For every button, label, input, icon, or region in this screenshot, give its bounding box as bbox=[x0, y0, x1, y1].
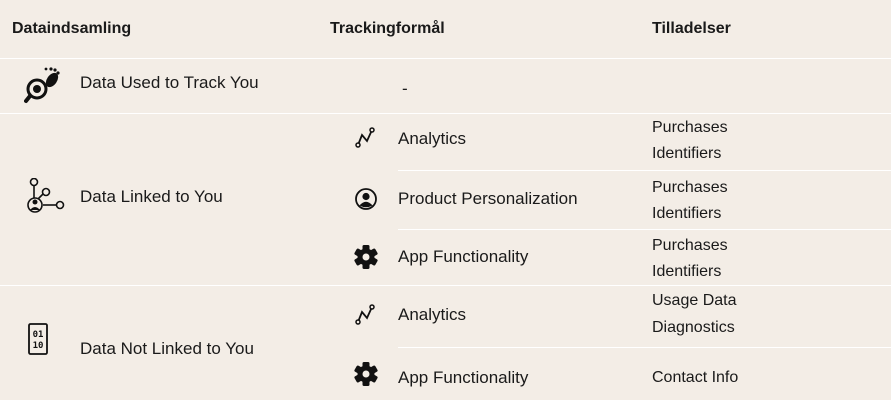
purpose-separator bbox=[398, 229, 891, 230]
gear-icon bbox=[353, 361, 379, 387]
purpose-separator bbox=[398, 347, 891, 348]
purpose-label-app-functionality: App Functionality bbox=[398, 368, 529, 387]
svg-text:10: 10 bbox=[33, 341, 44, 351]
permission-purchases: Purchases bbox=[652, 179, 728, 196]
permission-identifiers: Identifiers bbox=[652, 145, 722, 162]
section-separator bbox=[0, 113, 891, 114]
purpose-label-analytics: Analytics bbox=[398, 305, 467, 324]
column-header-data-collection: Dataindsamling bbox=[12, 20, 132, 37]
table-header: Dataindsamling Trackingformål Tilladelse… bbox=[0, 0, 891, 58]
purpose-separator bbox=[398, 170, 891, 171]
permission-usage-data: Usage Data bbox=[652, 292, 737, 309]
section-label-data-linked-to-you: Data Linked to You bbox=[80, 187, 223, 206]
user-circle-icon bbox=[354, 187, 378, 211]
svg-text:01: 01 bbox=[33, 330, 44, 340]
column-header-permissions: Tilladelser bbox=[652, 20, 731, 37]
section-label-data-not-linked-to-you: Data Not Linked to You bbox=[80, 339, 254, 358]
purpose-label-analytics: Analytics bbox=[398, 129, 467, 148]
permission-identifiers: Identifiers bbox=[652, 263, 722, 280]
permission-purchases: Purchases bbox=[652, 237, 728, 254]
section-separator bbox=[0, 285, 891, 286]
header-separator bbox=[0, 58, 891, 59]
person-network-icon bbox=[26, 177, 66, 214]
purpose-label-product-personalization: Product Personalization bbox=[398, 189, 578, 208]
purpose-placeholder: - bbox=[402, 79, 408, 98]
footprint-magnifier-icon bbox=[24, 66, 64, 104]
permission-identifiers: Identifiers bbox=[652, 205, 722, 222]
analytics-icon bbox=[355, 126, 377, 148]
permission-diagnostics: Diagnostics bbox=[652, 319, 735, 336]
permission-purchases: Purchases bbox=[652, 119, 728, 136]
binary-code-icon: 01 10 bbox=[28, 323, 48, 355]
section-label-data-used-to-track-you: Data Used to Track You bbox=[80, 73, 259, 92]
purpose-label-app-functionality: App Functionality bbox=[398, 247, 529, 266]
permission-contact-info: Contact Info bbox=[652, 369, 739, 386]
analytics-icon bbox=[355, 303, 377, 325]
gear-icon bbox=[353, 244, 379, 270]
column-header-tracking-purpose: Trackingformål bbox=[330, 20, 445, 37]
